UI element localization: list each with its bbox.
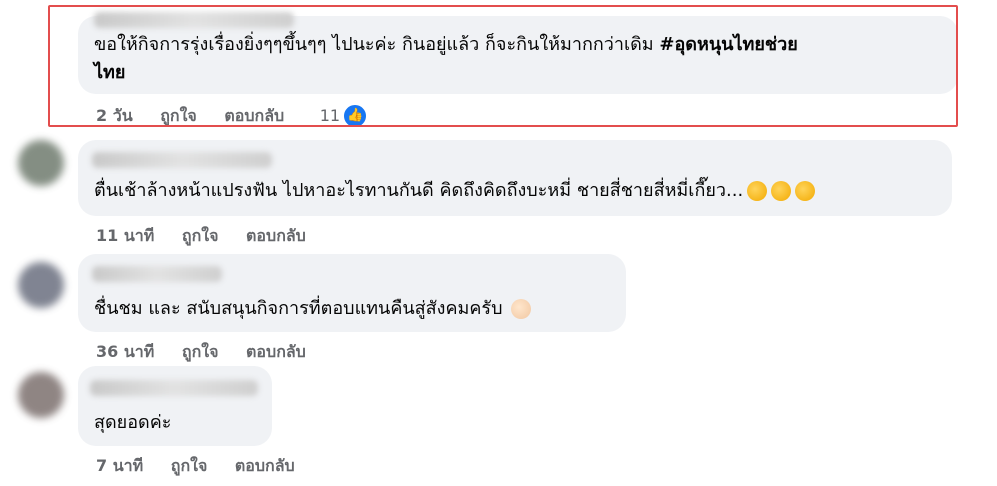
commenter-name[interactable]: [92, 152, 272, 168]
comment-bubble: ชื่นชม และ สนับสนุนกิจการที่ตอบแทนคืนสู่…: [78, 254, 626, 332]
comment-time[interactable]: 36 นาที: [96, 342, 154, 361]
highlight-box: [48, 5, 958, 127]
comment-actions: 7 นาที ถูกใจ ตอบกลับ: [96, 454, 317, 479]
reply-button[interactable]: ตอบกลับ: [246, 342, 306, 361]
thumbs-up-emoji-icon: [795, 181, 816, 201]
reply-button[interactable]: ตอบกลับ: [235, 456, 295, 475]
comment-actions: 11 นาที ถูกใจ ตอบกลับ: [96, 224, 328, 249]
thumbs-up-emoji-icon: [771, 181, 792, 201]
like-button[interactable]: ถูกใจ: [171, 456, 208, 475]
commenter-name[interactable]: [92, 266, 222, 282]
avatar[interactable]: [18, 372, 64, 418]
comment-text: สุดยอดค่ะ: [94, 412, 172, 433]
avatar[interactable]: [18, 140, 64, 186]
like-button[interactable]: ถูกใจ: [182, 226, 219, 245]
comment-bubble: ตื่นเช้าล้างหน้าแปรงฟัน ไปหาอะไรทานกันดี…: [78, 140, 952, 216]
reply-button[interactable]: ตอบกลับ: [246, 226, 306, 245]
thumbs-up-emoji-icon: [510, 299, 531, 319]
commenter-name[interactable]: [90, 380, 258, 396]
comment-text: ตื่นเช้าล้างหน้าแปรงฟัน ไปหาอะไรทานกันดี…: [94, 176, 816, 206]
comment-text: ชื่นชม และ สนับสนุนกิจการที่ตอบแทนคืนสู่…: [94, 294, 531, 324]
comment-actions: 36 นาที ถูกใจ ตอบกลับ: [96, 340, 328, 365]
like-button[interactable]: ถูกใจ: [182, 342, 219, 361]
comment-time[interactable]: 7 นาที: [96, 456, 143, 475]
thumbs-up-emoji-icon: [747, 181, 768, 201]
avatar[interactable]: [18, 262, 64, 308]
comment-time[interactable]: 11 นาที: [96, 226, 154, 245]
comment-bubble: สุดยอดค่ะ: [78, 366, 272, 446]
